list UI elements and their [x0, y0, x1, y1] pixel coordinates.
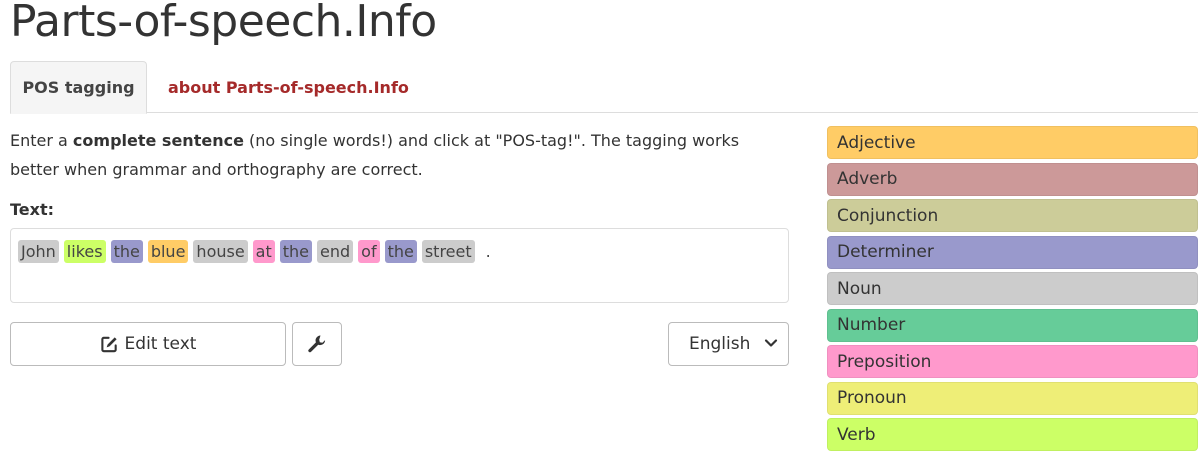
- tagged-text-area[interactable]: John likes the blue house at the end of the street…: [10, 228, 789, 303]
- instructions-prefix: Enter a: [10, 131, 73, 150]
- legend-item-adjective: Adjective: [827, 126, 1198, 159]
- language-selected: English: [689, 334, 751, 354]
- tagged-word: blue: [147, 239, 189, 263]
- legend-item-adverb: Adverb: [827, 162, 1198, 196]
- tab-about[interactable]: about Parts-of-speech.Info: [168, 61, 409, 113]
- tagged-word: .: [485, 241, 491, 261]
- tagged-word: at: [252, 239, 275, 263]
- edit-icon: [100, 335, 119, 354]
- legend-item-conjunction: Conjunction: [827, 199, 1198, 232]
- text-label: Text:: [10, 200, 55, 219]
- edit-text-label: Edit text: [124, 334, 197, 354]
- legend-item-number: Number: [827, 308, 1198, 342]
- wrench-icon: [307, 334, 327, 354]
- tab-pos-tagging[interactable]: POS tagging: [10, 61, 147, 114]
- legend-item-pronoun: Pronoun: [827, 381, 1198, 415]
- legend-item-verb: Verb: [827, 418, 1198, 451]
- tagged-word: likes: [63, 239, 106, 263]
- tagged-sentence: John likes the blue house at the end of the street…: [18, 238, 781, 264]
- site-title: Parts-of-speech.Info: [10, 0, 437, 47]
- tagged-word: the: [279, 239, 313, 263]
- tab-bar: POS tagging about Parts-of-speech.Info: [10, 61, 1198, 114]
- language-select[interactable]: English: [668, 322, 789, 366]
- tagged-word: end: [317, 239, 354, 263]
- tagged-word: the: [384, 239, 417, 263]
- legend-item-noun: Noun: [827, 272, 1198, 305]
- legend-item-preposition: Preposition: [827, 345, 1198, 378]
- pos-legend: Adjective Adverb Conjunction Determiner Noun…: [827, 126, 1198, 455]
- tagged-word: street: [421, 239, 475, 263]
- legend-item-determiner: Determiner: [827, 235, 1198, 269]
- tagged-word: John: [18, 239, 59, 263]
- chevron-down-icon: [764, 335, 778, 355]
- tagged-word: the: [110, 239, 143, 263]
- edit-text-button[interactable]: Edit text: [10, 322, 286, 366]
- tagged-word: of: [358, 239, 380, 263]
- instructions-emphasis: complete sentence: [72, 131, 244, 150]
- tagged-word: house: [193, 239, 248, 263]
- settings-tool-button[interactable]: [292, 322, 342, 366]
- instructions-text: Enter a complete sentence (no single wor…: [10, 126, 785, 184]
